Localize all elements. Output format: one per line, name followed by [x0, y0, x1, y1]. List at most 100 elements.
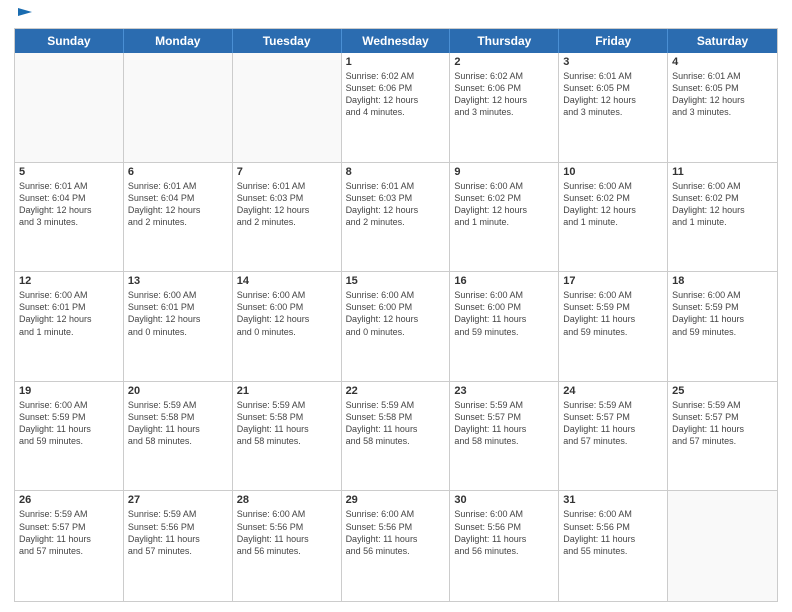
calendar-day-20: 20 Sunrise: 5:59 AM Sunset: 5:58 PM Dayli…: [124, 382, 233, 491]
calendar-day-30: 30 Sunrise: 6:00 AM Sunset: 5:56 PM Dayli…: [450, 491, 559, 601]
day-info: Sunrise: 6:00 AM Sunset: 5:56 PM Dayligh…: [346, 508, 446, 557]
calendar-header: SundayMondayTuesdayWednesdayThursdayFrid…: [15, 29, 777, 53]
day-number: 31: [563, 494, 663, 506]
day-number: 4: [672, 56, 773, 68]
day-info: Sunrise: 6:00 AM Sunset: 6:02 PM Dayligh…: [672, 180, 773, 229]
day-number: 26: [19, 494, 119, 506]
calendar-day-1: 1 Sunrise: 6:02 AM Sunset: 6:06 PM Daylig…: [342, 53, 451, 162]
day-info: Sunrise: 6:01 AM Sunset: 6:04 PM Dayligh…: [128, 180, 228, 229]
calendar-day-27: 27 Sunrise: 5:59 AM Sunset: 5:56 PM Dayli…: [124, 491, 233, 601]
day-number: 6: [128, 166, 228, 178]
day-info: Sunrise: 6:00 AM Sunset: 6:00 PM Dayligh…: [237, 289, 337, 338]
day-info: Sunrise: 6:00 AM Sunset: 6:01 PM Dayligh…: [128, 289, 228, 338]
day-info: Sunrise: 5:59 AM Sunset: 5:57 PM Dayligh…: [19, 508, 119, 557]
day-number: 13: [128, 275, 228, 287]
day-number: 22: [346, 385, 446, 397]
calendar-day-empty: [124, 53, 233, 162]
day-number: 8: [346, 166, 446, 178]
day-info: Sunrise: 6:00 AM Sunset: 6:00 PM Dayligh…: [346, 289, 446, 338]
calendar-day-6: 6 Sunrise: 6:01 AM Sunset: 6:04 PM Daylig…: [124, 163, 233, 272]
day-number: 27: [128, 494, 228, 506]
calendar-day-31: 31Sunrise: 6:00 AM Sunset: 5:56 PM Dayli…: [559, 491, 668, 601]
day-number: 25: [672, 385, 773, 397]
day-number: 10: [563, 166, 663, 178]
day-number: 12: [19, 275, 119, 287]
calendar-day-empty: [668, 491, 777, 601]
calendar-day-empty: [233, 53, 342, 162]
day-info: Sunrise: 5:59 AM Sunset: 5:57 PM Dayligh…: [563, 399, 663, 448]
page: SundayMondayTuesdayWednesdayThursdayFrid…: [0, 0, 792, 612]
day-info: Sunrise: 5:59 AM Sunset: 5:58 PM Dayligh…: [346, 399, 446, 448]
weekday-header-monday: Monday: [124, 29, 233, 53]
calendar-day-22: 22 Sunrise: 5:59 AM Sunset: 5:58 PM Dayli…: [342, 382, 451, 491]
calendar-day-3: 3 Sunrise: 6:01 AM Sunset: 6:05 PM Daylig…: [559, 53, 668, 162]
calendar-day-11: 11 Sunrise: 6:00 AM Sunset: 6:02 PM Dayli…: [668, 163, 777, 272]
header: [14, 10, 778, 20]
day-info: Sunrise: 6:00 AM Sunset: 6:02 PM Dayligh…: [454, 180, 554, 229]
calendar-day-18: 18Sunrise: 6:00 AM Sunset: 5:59 PM Dayli…: [668, 272, 777, 381]
calendar-week-1: 1 Sunrise: 6:02 AM Sunset: 6:06 PM Daylig…: [15, 53, 777, 163]
weekday-header-wednesday: Wednesday: [342, 29, 451, 53]
weekday-header-friday: Friday: [559, 29, 668, 53]
day-number: 29: [346, 494, 446, 506]
day-number: 19: [19, 385, 119, 397]
day-number: 21: [237, 385, 337, 397]
logo-flag-icon: [16, 6, 34, 24]
day-number: 23: [454, 385, 554, 397]
calendar-day-2: 2Sunrise: 6:02 AM Sunset: 6:06 PM Daylig…: [450, 53, 559, 162]
day-info: Sunrise: 6:02 AM Sunset: 6:06 PM Dayligh…: [346, 70, 446, 119]
calendar-day-21: 21 Sunrise: 5:59 AM Sunset: 5:58 PM Dayli…: [233, 382, 342, 491]
calendar-day-empty: [15, 53, 124, 162]
day-number: 18: [672, 275, 773, 287]
day-info: Sunrise: 6:00 AM Sunset: 5:56 PM Dayligh…: [237, 508, 337, 557]
calendar-day-4: 4Sunrise: 6:01 AM Sunset: 6:05 PM Daylig…: [668, 53, 777, 162]
calendar-day-14: 14 Sunrise: 6:00 AM Sunset: 6:00 PM Dayli…: [233, 272, 342, 381]
calendar-week-2: 5 Sunrise: 6:01 AM Sunset: 6:04 PM Daylig…: [15, 163, 777, 273]
calendar: SundayMondayTuesdayWednesdayThursdayFrid…: [14, 28, 778, 602]
day-number: 9: [454, 166, 554, 178]
calendar-day-10: 10 Sunrise: 6:00 AM Sunset: 6:02 PM Dayli…: [559, 163, 668, 272]
day-number: 20: [128, 385, 228, 397]
day-info: Sunrise: 6:02 AM Sunset: 6:06 PM Dayligh…: [454, 70, 554, 119]
day-info: Sunrise: 6:00 AM Sunset: 5:56 PM Dayligh…: [454, 508, 554, 557]
weekday-header-tuesday: Tuesday: [233, 29, 342, 53]
day-number: 24: [563, 385, 663, 397]
calendar-day-17: 17Sunrise: 6:00 AM Sunset: 5:59 PM Dayli…: [559, 272, 668, 381]
calendar-day-28: 28 Sunrise: 6:00 AM Sunset: 5:56 PM Dayli…: [233, 491, 342, 601]
day-info: Sunrise: 5:59 AM Sunset: 5:56 PM Dayligh…: [128, 508, 228, 557]
calendar-day-9: 9 Sunrise: 6:00 AM Sunset: 6:02 PM Daylig…: [450, 163, 559, 272]
day-info: Sunrise: 6:00 AM Sunset: 6:00 PM Dayligh…: [454, 289, 554, 338]
day-info: Sunrise: 6:00 AM Sunset: 6:02 PM Dayligh…: [563, 180, 663, 229]
day-number: 5: [19, 166, 119, 178]
calendar-week-3: 12 Sunrise: 6:00 AM Sunset: 6:01 PM Dayli…: [15, 272, 777, 382]
day-number: 11: [672, 166, 773, 178]
day-info: Sunrise: 5:59 AM Sunset: 5:58 PM Dayligh…: [237, 399, 337, 448]
calendar-day-26: 26 Sunrise: 5:59 AM Sunset: 5:57 PM Dayli…: [15, 491, 124, 601]
day-number: 28: [237, 494, 337, 506]
day-info: Sunrise: 6:01 AM Sunset: 6:05 PM Dayligh…: [563, 70, 663, 119]
day-number: 7: [237, 166, 337, 178]
calendar-body: 1 Sunrise: 6:02 AM Sunset: 6:06 PM Daylig…: [15, 53, 777, 601]
day-number: 16: [454, 275, 554, 287]
calendar-day-8: 8 Sunrise: 6:01 AM Sunset: 6:03 PM Daylig…: [342, 163, 451, 272]
weekday-header-thursday: Thursday: [450, 29, 559, 53]
day-info: Sunrise: 6:01 AM Sunset: 6:04 PM Dayligh…: [19, 180, 119, 229]
day-info: Sunrise: 6:00 AM Sunset: 5:59 PM Dayligh…: [563, 289, 663, 338]
weekday-header-saturday: Saturday: [668, 29, 777, 53]
day-info: Sunrise: 6:01 AM Sunset: 6:03 PM Dayligh…: [237, 180, 337, 229]
calendar-day-7: 7 Sunrise: 6:01 AM Sunset: 6:03 PM Daylig…: [233, 163, 342, 272]
day-info: Sunrise: 5:59 AM Sunset: 5:58 PM Dayligh…: [128, 399, 228, 448]
day-info: Sunrise: 6:01 AM Sunset: 6:03 PM Dayligh…: [346, 180, 446, 229]
day-info: Sunrise: 5:59 AM Sunset: 5:57 PM Dayligh…: [454, 399, 554, 448]
day-number: 1: [346, 56, 446, 68]
weekday-header-sunday: Sunday: [15, 29, 124, 53]
calendar-week-4: 19Sunrise: 6:00 AM Sunset: 5:59 PM Dayli…: [15, 382, 777, 492]
calendar-day-12: 12Sunrise: 6:00 AM Sunset: 6:01 PM Dayli…: [15, 272, 124, 381]
calendar-day-29: 29 Sunrise: 6:00 AM Sunset: 5:56 PM Dayli…: [342, 491, 451, 601]
day-number: 3: [563, 56, 663, 68]
calendar-day-25: 25Sunrise: 5:59 AM Sunset: 5:57 PM Dayli…: [668, 382, 777, 491]
calendar-day-24: 24 Sunrise: 5:59 AM Sunset: 5:57 PM Dayli…: [559, 382, 668, 491]
day-number: 14: [237, 275, 337, 287]
day-number: 30: [454, 494, 554, 506]
calendar-week-5: 26 Sunrise: 5:59 AM Sunset: 5:57 PM Dayli…: [15, 491, 777, 601]
